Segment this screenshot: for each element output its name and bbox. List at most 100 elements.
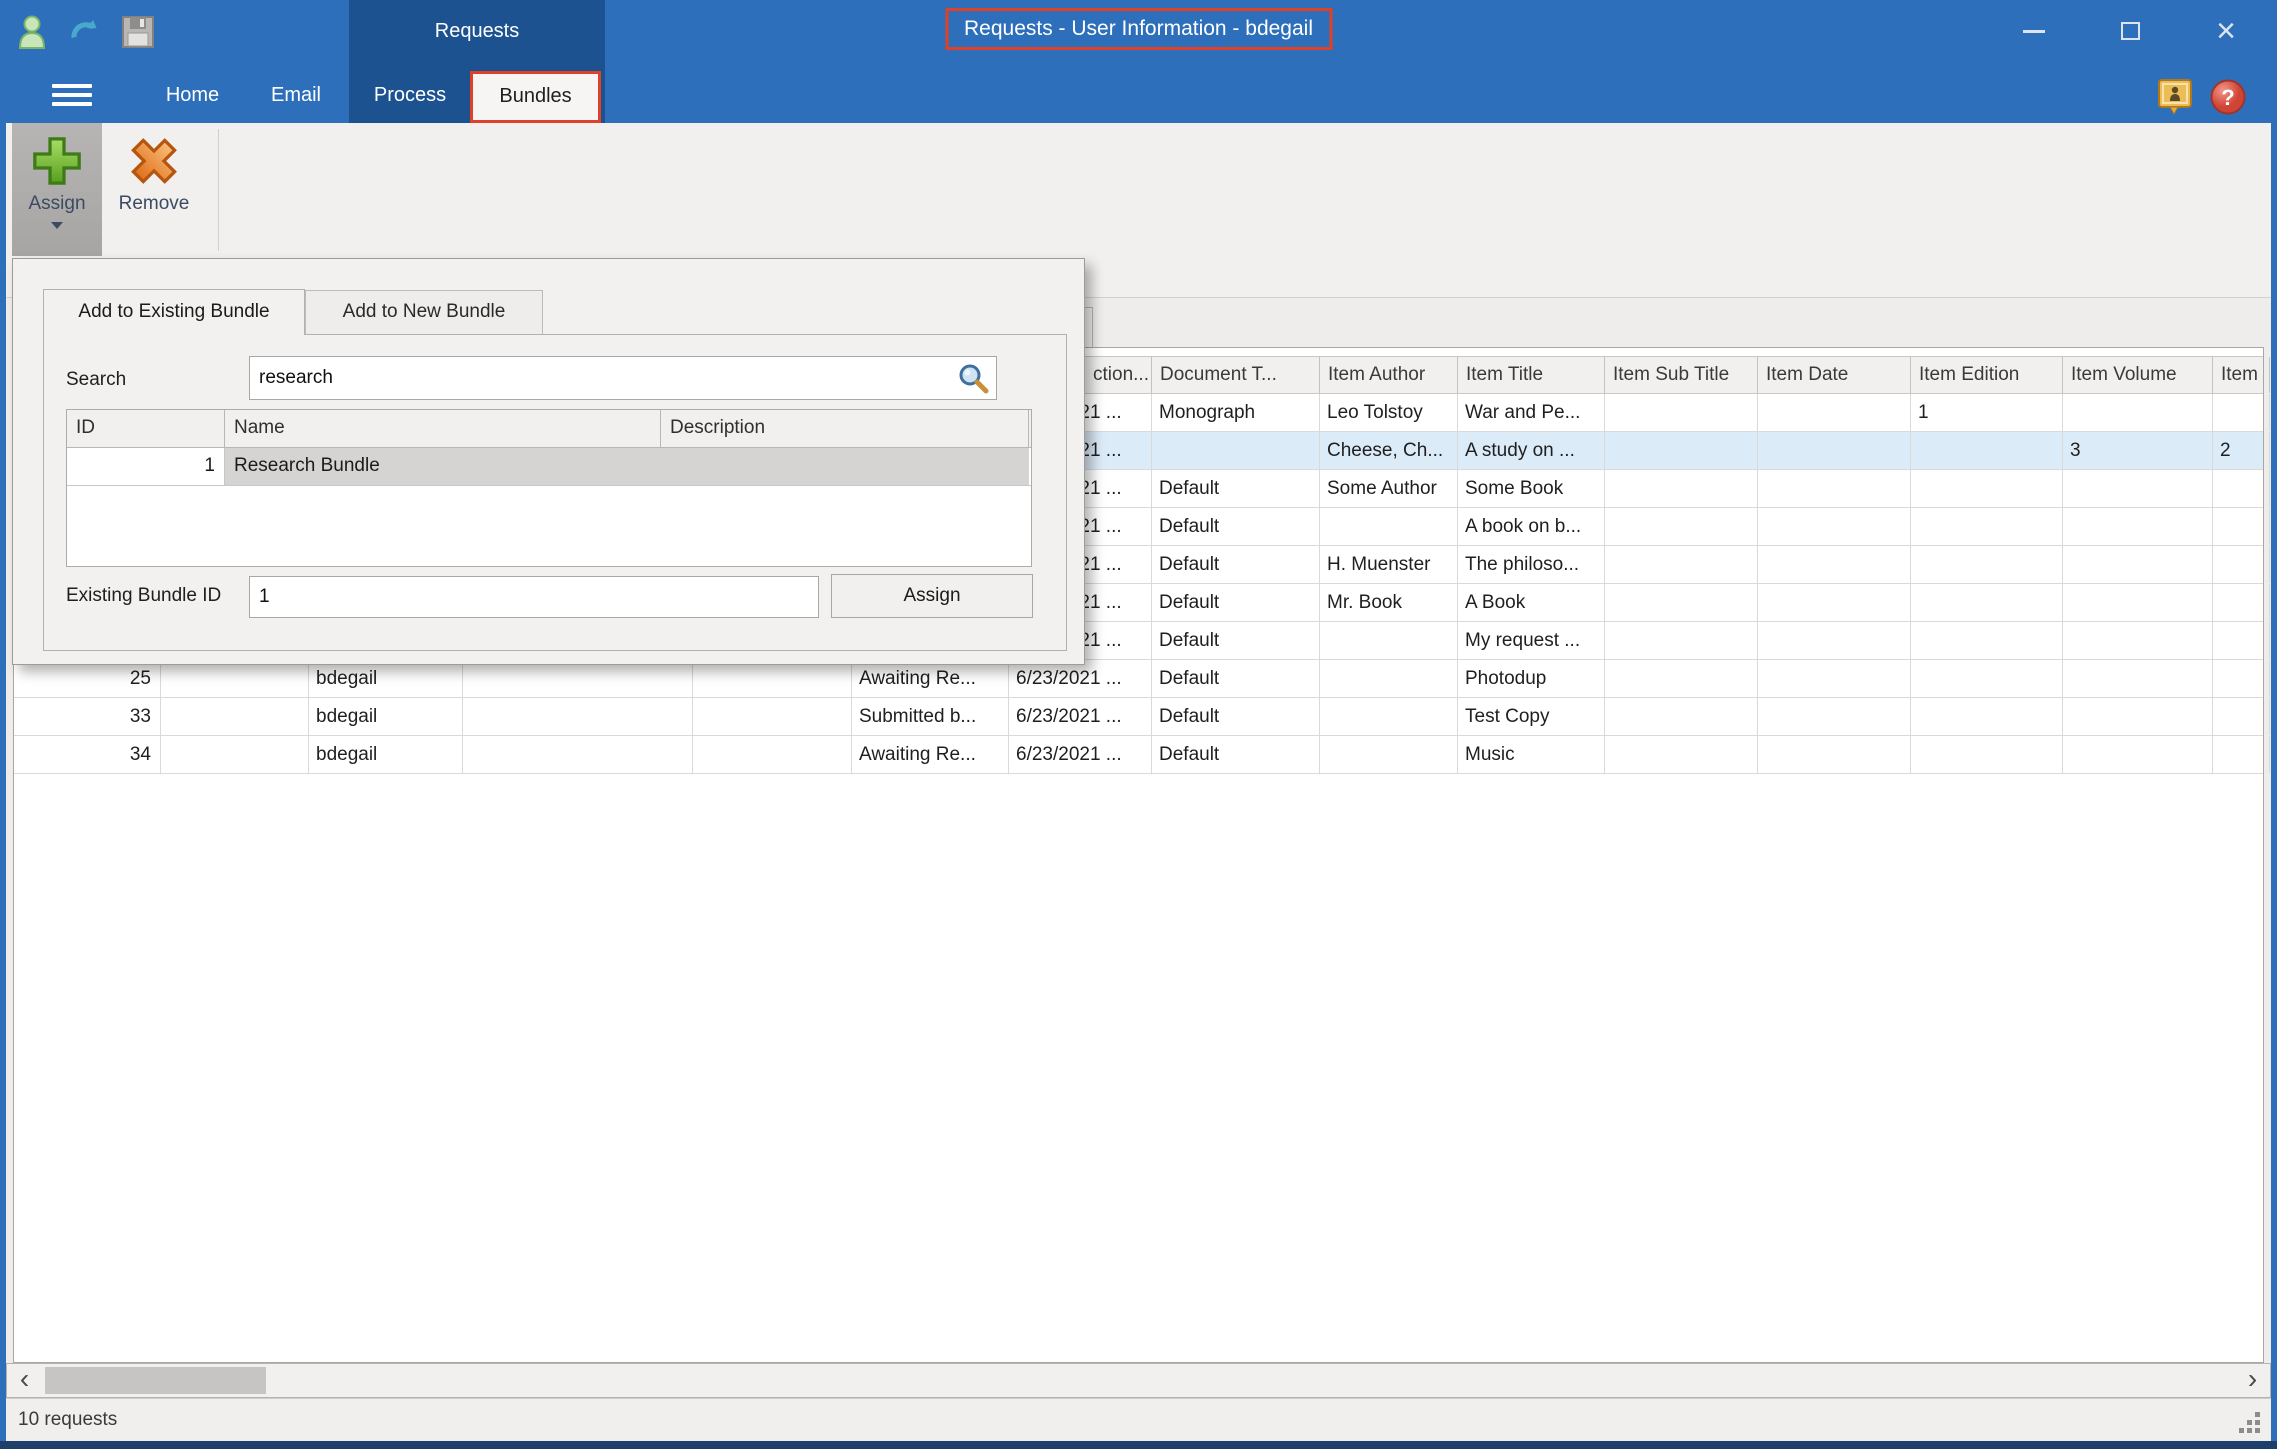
bundle-cell: Research Bundle [225,448,661,485]
bundle-row[interactable]: 1Research Bundle [67,448,1031,486]
table-cell: 33 [14,698,161,735]
table-cell: H. Muenster [1320,546,1458,583]
table-cell: Awaiting Re... [852,660,1009,697]
scroll-right-icon[interactable]: › [2236,1365,2269,1396]
table-cell [2063,660,2213,697]
table-cell: 25 [14,660,161,697]
table-cell: 6/23/2021 ... [1009,698,1152,735]
table-cell [161,660,309,697]
table-cell [2213,584,2270,621]
search-input[interactable] [249,356,997,400]
table-cell: Submitted b... [852,698,1009,735]
table-row[interactable]: 33bdegailSubmitted b...6/23/2021 ...Defa… [14,698,2263,736]
assign-button[interactable]: Assign [12,123,102,256]
popup-assign-button[interactable]: Assign [831,574,1033,618]
table-cell: Default [1152,508,1320,545]
table-cell: 6/23/2021 ... [1009,660,1152,697]
table-cell: bdegail [309,660,463,697]
table-cell [1758,546,1911,583]
scrollbar-thumb[interactable] [45,1367,266,1394]
table-cell: A Book [1458,584,1605,621]
window-bottom-border [0,1441,2277,1449]
help-icon[interactable]: ? [2210,79,2244,113]
table-cell [463,660,693,697]
table-cell: bdegail [309,698,463,735]
tab-process[interactable]: Process [360,70,460,123]
table-cell: War and Pe... [1458,394,1605,431]
table-cell [1758,470,1911,507]
table-cell: Default [1152,622,1320,659]
close-button[interactable]: × [2204,14,2248,48]
tab-add-to-existing-bundle[interactable]: Add to Existing Bundle [43,289,305,335]
column-header[interactable]: Item Volume [2063,357,2213,393]
user-icon[interactable] [16,14,48,55]
table-cell [1911,736,2063,773]
resize-grip[interactable] [2239,1412,2261,1434]
table-cell: Photodup [1458,660,1605,697]
table-cell [1605,546,1758,583]
search-icon[interactable] [957,362,989,394]
table-cell: Awaiting Re... [852,736,1009,773]
tab-home[interactable]: Home [150,70,235,123]
column-header[interactable]: Item Title [1458,357,1605,393]
refresh-icon[interactable] [66,14,104,57]
table-cell [1320,736,1458,773]
maximize-button[interactable] [2108,14,2152,48]
table-cell: Default [1152,470,1320,507]
bundle-column-header[interactable]: Description [661,410,1029,447]
table-cell: The philoso... [1458,546,1605,583]
table-cell: Default [1152,584,1320,621]
existing-bundle-id-input[interactable] [249,576,819,618]
table-cell: 2 [2213,432,2270,469]
window-title: Requests - User Information - bdegail [945,8,1332,50]
table-cell [2213,470,2270,507]
table-cell [1758,622,1911,659]
search-label: Search [66,369,126,391]
table-cell [1911,546,2063,583]
column-header[interactable]: Item Sub Title [1605,357,1758,393]
bundle-results-grid: IDNameDescription 1Research Bundle [66,409,1032,567]
table-cell [1758,508,1911,545]
add-plus-icon [29,133,85,189]
table-cell: 34 [14,736,161,773]
save-icon[interactable] [122,16,154,53]
bundle-column-header[interactable]: ID [67,410,225,447]
table-row[interactable]: 25bdegailAwaiting Re...6/23/2021 ...Defa… [14,660,2263,698]
table-cell [1320,698,1458,735]
ribbon-tab-strip: Home Email Process Bundles ? [0,70,2277,123]
remove-button[interactable]: Remove [106,123,202,256]
tab-add-to-new-bundle[interactable]: Add to New Bundle [305,290,543,334]
table-cell [1320,660,1458,697]
column-header[interactable]: Item Author [1320,357,1458,393]
table-cell: 1 [1911,394,2063,431]
table-cell: A book on b... [1458,508,1605,545]
column-header[interactable]: Item Date [1758,357,1911,393]
table-row[interactable]: 34bdegailAwaiting Re...6/23/2021 ...Defa… [14,736,2263,774]
scroll-left-icon[interactable]: ‹ [8,1365,41,1396]
table-cell [1911,584,2063,621]
column-header[interactable]: Item [2213,357,2270,393]
table-cell: A study on ... [1458,432,1605,469]
table-cell [1605,660,1758,697]
column-header[interactable]: Document T... [1152,357,1320,393]
tab-email[interactable]: Email [255,70,337,123]
bundle-grid-rows: 1Research Bundle [67,448,1031,486]
table-cell: Leo Tolstoy [1320,394,1458,431]
table-cell [693,698,852,735]
table-cell [1758,584,1911,621]
column-header[interactable]: Item Edition [1911,357,2063,393]
minimize-button[interactable] [2012,14,2056,48]
menu-icon[interactable] [52,84,92,108]
table-cell [1605,470,1758,507]
assign-dropdown-icon [51,222,63,229]
horizontal-scrollbar[interactable]: ‹ › [6,1363,2271,1398]
table-cell [1605,698,1758,735]
bundle-popup: Add to Existing Bundle Add to New Bundle… [12,258,1085,665]
tab-bundles[interactable]: Bundles [473,74,598,120]
titlebar: Requests - User Information - bdegail × [0,0,2277,70]
table-cell [2063,584,2213,621]
bundle-column-header[interactable]: Name [225,410,661,447]
feedback-icon[interactable] [2158,79,2192,113]
table-cell [1911,470,2063,507]
table-cell [2063,698,2213,735]
